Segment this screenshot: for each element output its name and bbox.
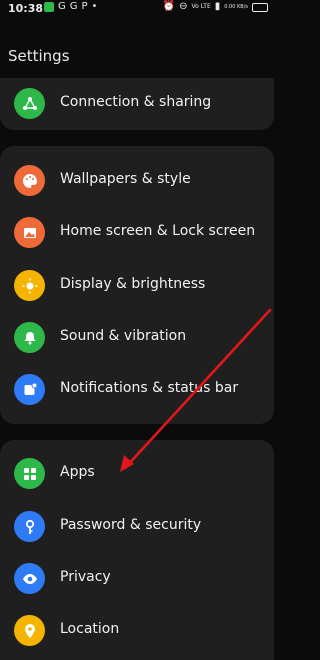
location-pin-icon (14, 615, 45, 646)
page-title: Settings (8, 47, 70, 65)
settings-item-label: Password & security (60, 517, 202, 533)
status-left-icons: G G P • (44, 2, 97, 12)
settings-item-label: Apps (60, 464, 95, 480)
alarm-icon: ⏰ (162, 1, 176, 12)
key-icon (14, 511, 45, 542)
connection-sharing-icon (14, 88, 45, 119)
settings-item-label: Home screen & Lock screen (60, 223, 256, 239)
settings-group-personalization: Wallpapers & style Home screen & Lock sc… (0, 146, 274, 424)
settings-item-label: Location (60, 621, 120, 637)
privacy-eye-icon (14, 563, 45, 594)
settings-item-home-lock-screen[interactable]: Home screen & Lock screen (0, 207, 274, 259)
p-icon: P (81, 1, 88, 12)
green-app-icon (44, 2, 54, 12)
status-time: 10:38 (8, 2, 44, 15)
data-speed: 0.00 KB/s (224, 4, 248, 10)
settings-item-wallpapers[interactable]: Wallpapers & style (0, 155, 274, 207)
volte-icon: Vo LTE (191, 3, 211, 10)
dot-icon: • (91, 1, 98, 12)
g-icon: G (58, 1, 66, 12)
settings-item-display-brightness[interactable]: Display & brightness (0, 260, 274, 312)
g-circle-icon: G (69, 1, 78, 12)
battery-icon (252, 2, 268, 12)
settings-item-password-security[interactable]: Password & security (0, 501, 274, 553)
settings-item-location[interactable]: Location (0, 605, 274, 657)
apps-grid-icon (14, 458, 45, 489)
settings-item-sound-vibration[interactable]: Sound & vibration (0, 312, 274, 364)
settings-item-connection-sharing[interactable]: Connection & sharing (0, 78, 274, 130)
settings-item-privacy[interactable]: Privacy (0, 553, 274, 605)
settings-item-apps[interactable]: Apps (0, 448, 274, 500)
wifi-signal-icon: ▮ (214, 1, 221, 12)
settings-item-label: Privacy (60, 569, 111, 585)
bell-icon (14, 322, 45, 353)
settings-item-label: Display & brightness (60, 276, 206, 292)
settings-item-label: Notifications & status bar (60, 380, 239, 396)
status-right-icons: ⏰ ⊖ Vo LTE ▮ 0.00 KB/s (163, 2, 268, 12)
settings-group-apps-security: Apps Password & security Privacy Locatio… (0, 440, 274, 660)
sun-icon (14, 270, 45, 301)
settings-item-notifications-status-bar[interactable]: Notifications & status bar (0, 364, 274, 416)
settings-item-label: Sound & vibration (60, 328, 187, 344)
notification-icon (14, 374, 45, 405)
palette-icon (14, 165, 45, 196)
settings-item-label: Connection & sharing (60, 94, 212, 110)
settings-item-label: Wallpapers & style (60, 171, 191, 187)
do-not-disturb-icon: ⊖ (179, 1, 188, 12)
settings-group-connection: Connection & sharing (0, 78, 274, 130)
status-bar: 10:38 G G P • ⏰ ⊖ Vo LTE ▮ 0.00 KB/s (0, 0, 274, 18)
image-icon (14, 217, 45, 248)
